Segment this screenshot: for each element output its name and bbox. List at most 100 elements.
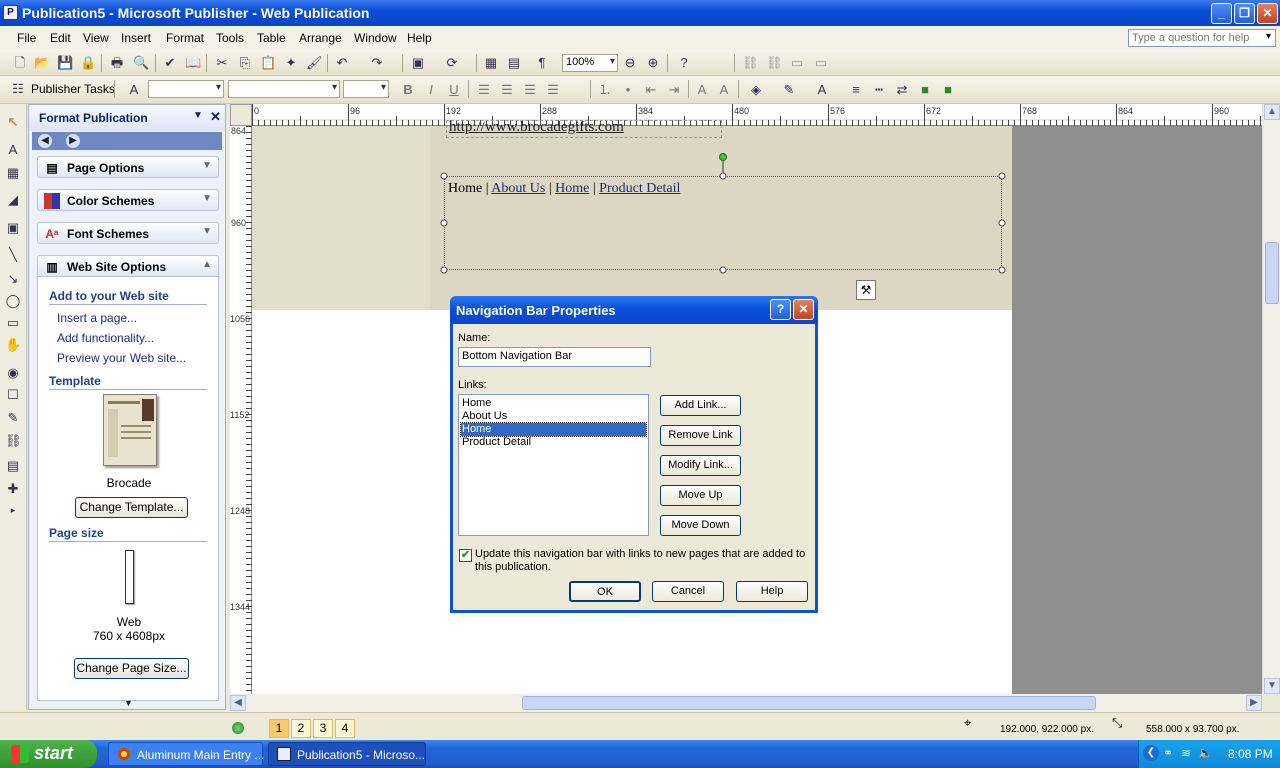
- open-icon[interactable]: 📂: [34, 55, 50, 71]
- vertical-scroll-thumb[interactable]: [1265, 242, 1279, 304]
- picture-frame-tool-icon[interactable]: ▣: [5, 220, 21, 236]
- cancel-button[interactable]: Cancel: [652, 581, 724, 602]
- font-combo[interactable]: [228, 80, 340, 98]
- help-icon[interactable]: ?: [676, 55, 692, 71]
- ruler-corner[interactable]: [230, 104, 252, 126]
- shadow-style-icon[interactable]: ■: [917, 82, 933, 98]
- permission-icon[interactable]: 🔒: [80, 55, 96, 71]
- move-up-button[interactable]: Move Up: [660, 485, 741, 506]
- justify-icon[interactable]: ☰: [545, 82, 561, 98]
- taskbar-item-browser[interactable]: Aluminum Main Entry ...: [108, 742, 264, 766]
- menu-help[interactable]: Help: [407, 31, 432, 45]
- line-style-icon[interactable]: ≡: [848, 82, 864, 98]
- web-site-options-section[interactable]: ▥ Web Site Options ▲: [37, 255, 219, 277]
- font-schemes-section[interactable]: Aᵃ Font Schemes ▼: [37, 222, 219, 244]
- template-thumbnail[interactable]: [103, 394, 157, 466]
- links-list[interactable]: Home About Us Home Product Detail: [458, 394, 649, 536]
- unlink-icon[interactable]: ⛓: [766, 55, 783, 71]
- move-down-button[interactable]: Move Down: [660, 515, 741, 536]
- increase-indent-icon[interactable]: ⇥: [666, 82, 682, 98]
- zoom-combo[interactable]: 100%: [562, 54, 618, 72]
- list-item[interactable]: Home: [461, 397, 646, 410]
- change-page-size-button[interactable]: Change Page Size...: [74, 658, 189, 679]
- change-template-button[interactable]: Change Template...: [75, 497, 188, 518]
- align-right-icon[interactable]: ☰: [522, 82, 538, 98]
- oval-tool-icon[interactable]: ◯: [5, 293, 21, 309]
- styles-icon[interactable]: A: [126, 82, 142, 98]
- rectangle-tool-icon[interactable]: ▭: [5, 315, 21, 331]
- rotate-icon[interactable]: ⟳: [444, 55, 460, 71]
- scroll-up-icon[interactable]: ▲: [1264, 104, 1280, 120]
- list-item-selected[interactable]: Home: [460, 422, 647, 437]
- print-preview-icon[interactable]: 🔍: [133, 55, 149, 71]
- autoshapes-icon[interactable]: ✋: [5, 337, 21, 353]
- menu-view[interactable]: View: [83, 31, 109, 45]
- help-dropdown-icon[interactable]: ▾: [1266, 31, 1271, 42]
- dialog-close-button[interactable]: ✕: [793, 299, 814, 320]
- page-3-button[interactable]: 3: [313, 719, 333, 738]
- dialog-help-icon[interactable]: ?: [770, 299, 791, 320]
- hot-spot-icon[interactable]: ◉: [5, 365, 21, 381]
- remove-link-button[interactable]: Remove Link: [660, 425, 741, 446]
- list-item[interactable]: About Us: [461, 410, 646, 423]
- select-objects-icon[interactable]: ↖: [5, 114, 21, 130]
- help-button[interactable]: Help: [736, 581, 808, 602]
- 3d-style-icon[interactable]: ■: [940, 82, 956, 98]
- shrink-font-icon[interactable]: A: [716, 82, 732, 98]
- new-icon[interactable]: 🗋: [12, 55, 28, 71]
- scroll-right-icon[interactable]: ▶: [1246, 695, 1262, 711]
- horizontal-scroll-thumb[interactable]: [522, 696, 1096, 710]
- insert-hyperlink-icon[interactable]: ⛓: [5, 433, 22, 449]
- style-combo[interactable]: [148, 80, 224, 98]
- bold-icon[interactable]: B: [400, 82, 416, 98]
- menu-insert[interactable]: Insert: [121, 31, 151, 45]
- name-field[interactable]: Bottom Navigation Bar: [458, 347, 651, 367]
- insert-page-link[interactable]: Insert a page...: [57, 311, 137, 325]
- minimize-button[interactable]: _: [1211, 3, 1232, 24]
- task-pane-menu-icon[interactable]: ▼: [193, 110, 203, 121]
- text-box-icon[interactable]: ▭: [789, 55, 805, 71]
- list-item[interactable]: Product Detail: [461, 436, 646, 449]
- wifi-icon[interactable]: ≋: [1181, 746, 1191, 760]
- line-tool-icon[interactable]: ╲: [5, 247, 21, 263]
- undo-icon[interactable]: ↶: [334, 55, 350, 71]
- page-1-button[interactable]: 1: [269, 719, 289, 738]
- page-2-button[interactable]: 2: [291, 719, 311, 738]
- menu-table[interactable]: Table: [257, 31, 286, 45]
- cut-icon[interactable]: ✂: [214, 55, 230, 71]
- vertical-ruler[interactable]: 864 960 1056 1152 1248 1344: [230, 126, 252, 694]
- bring-to-front-icon[interactable]: ▣: [410, 55, 426, 71]
- scroll-left-icon[interactable]: ◀: [230, 695, 246, 711]
- zoom-out-icon[interactable]: ⊖: [622, 55, 638, 71]
- insert-table-icon[interactable]: ▦: [5, 165, 21, 181]
- redo-icon[interactable]: ↷: [369, 55, 385, 71]
- bullets-icon[interactable]: •: [620, 82, 636, 98]
- menu-edit[interactable]: Edit: [50, 31, 71, 45]
- item-from-content-library-icon[interactable]: ✚: [5, 481, 21, 497]
- decrease-indent-icon[interactable]: ⇤: [643, 82, 659, 98]
- menu-tools[interactable]: Tools: [216, 31, 244, 45]
- modify-link-button[interactable]: Modify Link...: [660, 455, 741, 476]
- html-fragment-icon[interactable]: ✎: [5, 410, 21, 426]
- back-icon[interactable]: ◀: [38, 134, 52, 148]
- zoom-in-icon[interactable]: ⊕: [645, 55, 661, 71]
- url-textbox[interactable]: http://www.brocadegifts.com: [446, 120, 722, 138]
- underline-icon[interactable]: U: [446, 82, 462, 98]
- horizontal-scrollbar[interactable]: ◀ ▶: [230, 694, 1262, 712]
- link-icon[interactable]: ⛓: [742, 55, 759, 71]
- design-gallery-icon[interactable]: ✦: [283, 55, 299, 71]
- menu-file[interactable]: File: [17, 31, 36, 45]
- forward-icon[interactable]: ▶: [66, 134, 80, 148]
- smart-object-wizard-icon[interactable]: ⚒: [856, 280, 876, 300]
- arrow-tool-icon[interactable]: ↘: [5, 271, 21, 287]
- menu-format[interactable]: Format: [166, 31, 204, 45]
- print-icon[interactable]: 🖶: [109, 55, 125, 71]
- page-options-section[interactable]: ▤ Page Options ▼: [37, 156, 219, 178]
- color-schemes-section[interactable]: Color Schemes ▼: [37, 189, 219, 211]
- grow-font-icon[interactable]: A: [694, 82, 710, 98]
- rows-icon[interactable]: ▤: [506, 55, 522, 71]
- maximize-button[interactable]: ❐: [1234, 3, 1255, 24]
- volume-icon[interactable]: 🔈: [1198, 746, 1213, 760]
- vertical-scrollbar[interactable]: ▲ ▼: [1262, 104, 1280, 694]
- design-gallery-object-icon[interactable]: ▤: [5, 458, 21, 474]
